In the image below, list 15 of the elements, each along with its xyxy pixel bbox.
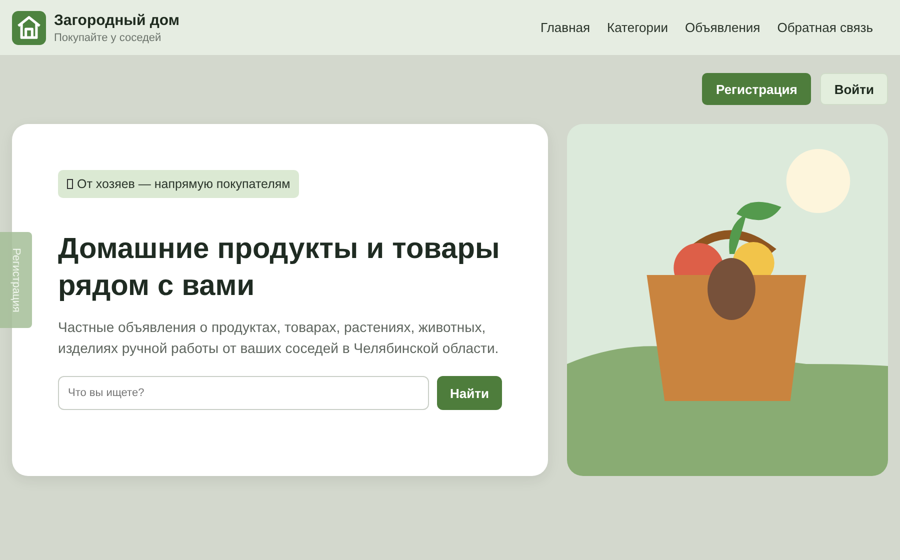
- site-title: Загородный дом: [54, 12, 180, 28]
- glyph-box-icon: [67, 179, 73, 189]
- search-button[interactable]: Найти: [437, 376, 502, 410]
- hero-title: Домашние продукты и товары рядом с вами: [58, 232, 501, 304]
- login-button[interactable]: Войти: [820, 73, 888, 105]
- badge-text: От хозяев — напрямую покупателям: [77, 177, 290, 191]
- search-field[interactable]: Что вы ищете?: [58, 376, 430, 410]
- site-tagline: Покупайте у соседей: [54, 32, 162, 44]
- register-button[interactable]: Регистрация: [702, 73, 812, 105]
- hero-description: Частные объявления о продуктах, товарах, растениях, животных, изделиях ручной работы от ваших соседей в Челябинской области.: [58, 318, 500, 358]
- nav-link[interactable]: Главная: [540, 20, 590, 35]
- nav-link[interactable]: Обратная связь: [777, 20, 873, 35]
- nav-link[interactable]: Объявления: [685, 20, 760, 35]
- nav-link[interactable]: Категории: [607, 20, 668, 35]
- house-logo-icon[interactable]: [12, 10, 46, 44]
